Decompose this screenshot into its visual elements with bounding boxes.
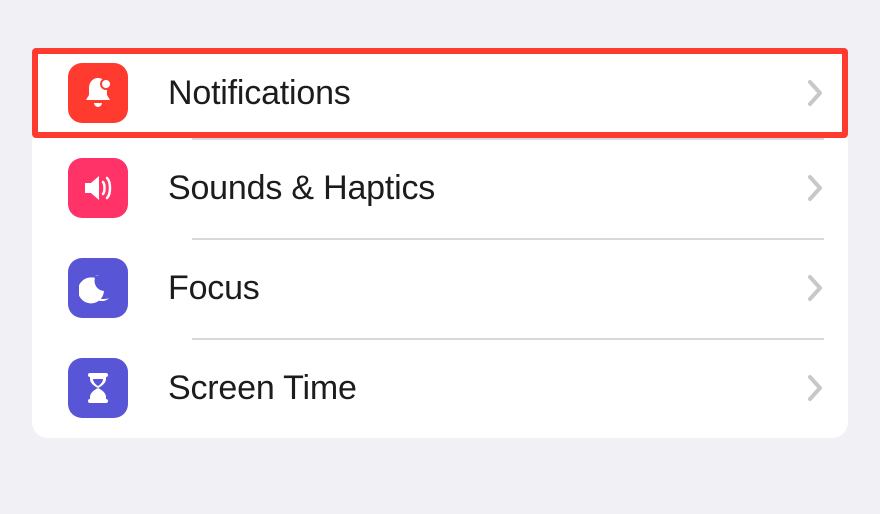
settings-group: Notifications Sounds & Haptics xyxy=(32,48,848,438)
settings-row-screentime[interactable]: Screen Time xyxy=(32,338,848,438)
chevron-right-icon xyxy=(806,373,824,403)
chevron-right-icon xyxy=(806,273,824,303)
settings-row-focus[interactable]: Focus xyxy=(32,238,848,338)
speaker-icon xyxy=(68,158,128,218)
moon-icon xyxy=(68,258,128,318)
divider xyxy=(192,238,824,240)
settings-row-label: Notifications xyxy=(168,74,806,113)
settings-row-sounds[interactable]: Sounds & Haptics xyxy=(32,138,848,238)
divider xyxy=(192,138,824,140)
bell-icon xyxy=(68,63,128,123)
hourglass-icon xyxy=(68,358,128,418)
divider xyxy=(192,338,824,340)
settings-row-label: Focus xyxy=(168,269,806,308)
chevron-right-icon xyxy=(806,78,824,108)
settings-row-label: Sounds & Haptics xyxy=(168,169,806,208)
settings-row-notifications[interactable]: Notifications xyxy=(32,48,848,138)
settings-row-label: Screen Time xyxy=(168,369,806,408)
chevron-right-icon xyxy=(806,173,824,203)
